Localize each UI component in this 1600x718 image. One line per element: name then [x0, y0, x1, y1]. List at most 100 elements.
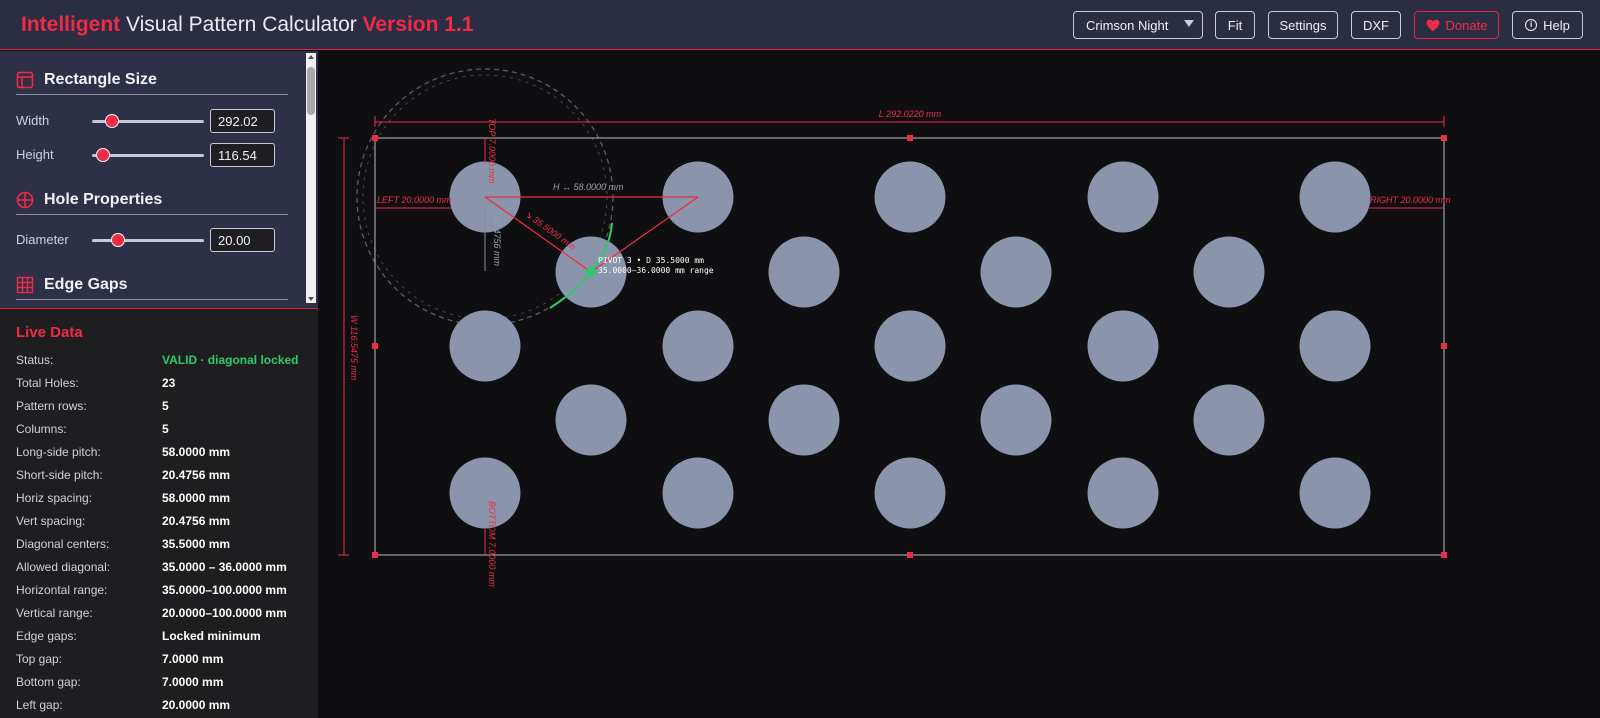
live-data-key: Columns: [16, 422, 67, 436]
width-input[interactable]: 292.02 [210, 109, 275, 133]
pattern-drawing[interactable]: L 292.0220 mm W 116.5475 mm TOP 7.0000 m… [318, 51, 1600, 718]
hole[interactable] [980, 384, 1052, 456]
hole[interactable] [874, 457, 946, 529]
dxf-button[interactable]: DXF [1351, 11, 1401, 39]
scroll-up-arrow-icon[interactable] [308, 55, 314, 59]
hole[interactable] [1087, 457, 1159, 529]
help-button[interactable]: i Help [1512, 11, 1583, 39]
live-data-value: 20.0000–100.0000 mm [162, 606, 287, 620]
diameter-slider-knob[interactable] [111, 233, 125, 247]
resize-handle[interactable] [372, 135, 378, 141]
scroll-down-arrow-icon[interactable] [308, 297, 314, 301]
live-data-row: Columns: 5 [16, 422, 316, 440]
height-input[interactable]: 116.54 [210, 143, 275, 167]
hole[interactable] [980, 236, 1052, 308]
hole[interactable] [1299, 310, 1371, 382]
section-rectangle-size: Rectangle Size [16, 65, 288, 95]
height-label: Height [16, 147, 54, 162]
hole[interactable] [1299, 161, 1371, 233]
diameter-input[interactable]: 20.00 [210, 228, 275, 252]
scroll-thumb[interactable] [307, 67, 315, 115]
section-edge-gaps: Edge Gaps [16, 270, 288, 300]
width-control: Width 292.02 [16, 109, 296, 133]
settings-button-label: Settings [1279, 17, 1327, 33]
gap-bottom-label: BOTTOM 7.0000 mm [487, 501, 497, 587]
controls-panel: Rectangle Size Width 292.02 Height 116.5… [0, 51, 318, 307]
hole[interactable] [768, 384, 840, 456]
v-spacing-label: ↕ 20.4756 mm [492, 209, 502, 267]
fit-button-label: Fit [1227, 17, 1243, 33]
live-data-row: Horiz spacing: 58.0000 mm [16, 491, 316, 509]
resize-handle[interactable] [372, 343, 378, 349]
settings-button[interactable]: Settings [1268, 11, 1338, 39]
hole[interactable] [874, 161, 946, 233]
live-data-value: 20.0000 mm [162, 698, 231, 712]
controls-scrollbar[interactable] [306, 53, 316, 303]
hole[interactable] [1299, 457, 1371, 529]
live-data-key: Total Holes: [16, 376, 79, 390]
hole[interactable] [555, 384, 627, 456]
theme-select[interactable]: Crimson Night [1073, 11, 1203, 39]
live-data-value: 23 [162, 376, 176, 390]
hole[interactable] [1193, 384, 1265, 456]
live-data-key: Horizontal range: [16, 583, 108, 597]
live-data-row: Long-side pitch: 58.0000 mm [16, 445, 316, 463]
live-data-key: Pattern rows: [16, 399, 87, 413]
live-data-key: Bottom gap: [16, 675, 81, 689]
help-button-label: Help [1543, 17, 1570, 33]
heart-icon [1426, 19, 1439, 31]
live-data-row: Short-side pitch: 20.4756 mm [16, 468, 316, 486]
hole[interactable] [874, 310, 946, 382]
live-data-row: Status: VALID · diagonal locked [16, 353, 316, 371]
diameter-label: Diameter [16, 232, 69, 247]
width-label: Width [16, 113, 50, 128]
resize-handle[interactable] [1441, 343, 1447, 349]
live-data-value: 5 [162, 399, 169, 413]
live-data-panel: Live Data Status: VALID · diagonal locked… [0, 308, 318, 718]
table-layout-icon [16, 71, 34, 88]
live-data-value: 58.0000 mm [162, 491, 231, 505]
app-title-brand: Intelligent [21, 13, 121, 36]
hole[interactable] [1087, 310, 1159, 382]
live-data-key: Edge gaps: [16, 629, 77, 643]
live-data-value: 35.0000–100.0000 mm [162, 583, 287, 597]
hole[interactable] [1087, 161, 1159, 233]
resize-handle[interactable] [372, 552, 378, 558]
dimension-width: W 116.5475 mm [338, 137, 359, 556]
resize-handle[interactable] [907, 552, 913, 558]
hole[interactable] [768, 236, 840, 308]
hole[interactable] [1193, 236, 1265, 308]
live-data-key: Allowed diagonal: [16, 560, 111, 574]
height-slider-knob[interactable] [96, 148, 110, 162]
fit-button[interactable]: Fit [1215, 11, 1255, 39]
hole[interactable] [662, 457, 734, 529]
live-data-key: Long-side pitch: [16, 445, 101, 459]
width-slider-knob[interactable] [105, 114, 119, 128]
live-data-value: 20.4756 mm [162, 514, 231, 528]
diameter-slider[interactable] [92, 233, 204, 247]
height-slider[interactable] [92, 148, 204, 162]
live-data-value: 20.4756 mm [162, 468, 231, 482]
resize-handle[interactable] [907, 135, 913, 141]
live-data-row: Top gap: 7.0000 mm [16, 652, 316, 670]
donate-button[interactable]: Donate [1414, 11, 1499, 39]
hole[interactable] [449, 457, 521, 529]
holes-group [449, 161, 1371, 529]
app-title: Intelligent Visual Pattern Calculator Ve… [21, 13, 473, 37]
live-data-title: Live Data [16, 324, 83, 341]
live-data-row: Edge gaps: Locked minimum [16, 629, 316, 647]
hole[interactable] [449, 310, 521, 382]
pivot-handle[interactable] [586, 267, 596, 277]
resize-handle[interactable] [1441, 135, 1447, 141]
theme-select-value: Crimson Night [1086, 17, 1169, 33]
live-data-key: Horiz spacing: [16, 491, 93, 505]
crosshair-circle-icon [16, 191, 34, 208]
live-data-value: VALID · diagonal locked [162, 353, 299, 367]
pattern-canvas[interactable]: L 292.0220 mm W 116.5475 mm TOP 7.0000 m… [318, 51, 1600, 718]
live-data-value: 58.0000 mm [162, 445, 231, 459]
section-edge-title: Edge Gaps [44, 275, 128, 293]
section-rectangle-title: Rectangle Size [44, 70, 157, 88]
resize-handle[interactable] [1441, 552, 1447, 558]
hole[interactable] [662, 310, 734, 382]
width-slider[interactable] [92, 114, 204, 128]
